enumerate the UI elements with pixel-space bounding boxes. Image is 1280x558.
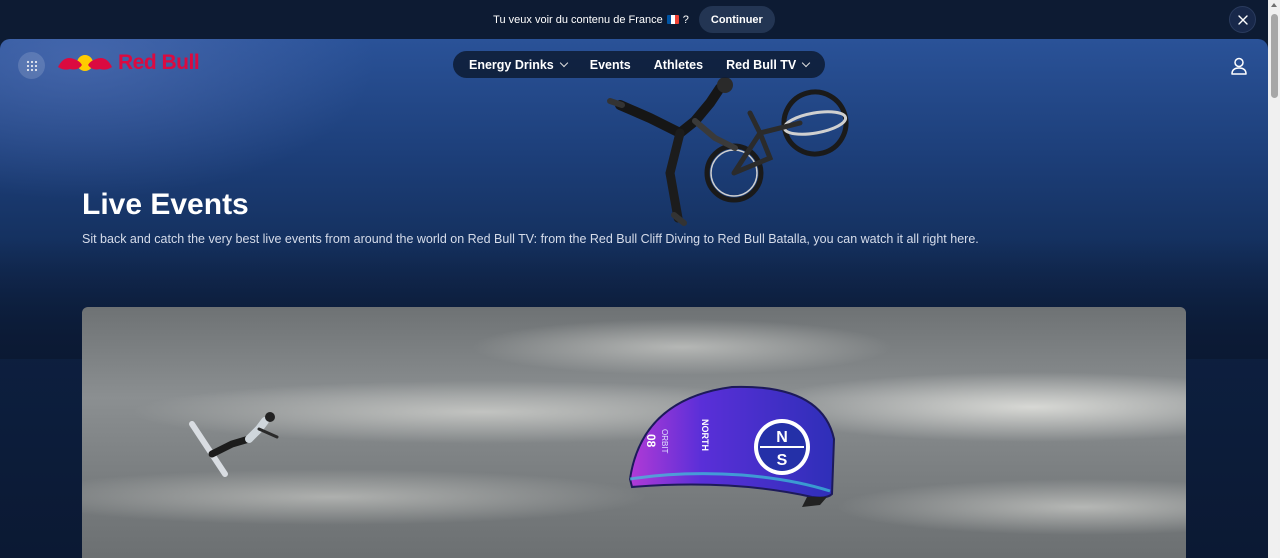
kite-image: N S NORTH ORBIT 08 — [628, 385, 836, 507]
kite-logo-s: S — [777, 452, 788, 469]
scrollbar[interactable] — [1268, 0, 1280, 558]
scroll-up-arrow-icon[interactable] — [1271, 3, 1277, 7]
page-subtitle: Sit back and catch the very best live ev… — [82, 232, 979, 246]
nav-events-label: Events — [589, 57, 631, 72]
logo-text: Red Bull — [118, 51, 200, 74]
account-button[interactable] — [1229, 56, 1249, 76]
scrollbar-thumb[interactable] — [1271, 14, 1278, 98]
kite-size-text: 08 — [644, 434, 658, 448]
continue-button[interactable]: Continuer — [698, 6, 775, 33]
page-content: Red Bull Energy Drinks Events Athletes R… — [0, 39, 1268, 558]
nav-energy-drinks[interactable]: Energy Drinks — [469, 57, 569, 72]
kite-model-text: ORBIT — [660, 429, 669, 454]
nav-athletes[interactable]: Athletes — [654, 58, 703, 72]
nav-events[interactable]: Events — [590, 58, 631, 72]
chevron-down-icon — [802, 58, 811, 67]
nav-athletes-label: Athletes — [653, 57, 704, 72]
grid-icon — [26, 60, 37, 71]
chevron-down-icon — [559, 58, 569, 67]
nav-red-bull-tv[interactable]: Red Bull TV — [726, 57, 811, 72]
country-prompt: Tu veux voir du contenu de France ? — [493, 14, 689, 26]
nav-red-bull-tv-label: Red Bull TV — [726, 57, 797, 72]
country-prompt-text: Tu veux voir du contenu de France — [493, 13, 663, 26]
kite-logo-n: N — [776, 429, 788, 446]
country-banner: Tu veux voir du contenu de France ? Cont… — [0, 0, 1268, 39]
apps-menu-button[interactable] — [18, 52, 45, 79]
user-icon — [1231, 57, 1247, 75]
bulls-logo-icon — [58, 55, 112, 71]
country-prompt-question-mark: ? — [682, 13, 689, 26]
close-icon — [1237, 14, 1248, 25]
red-bull-logo[interactable]: Red Bull — [56, 51, 200, 75]
biker-image — [607, 77, 849, 226]
nav-energy-drinks-label: Energy Drinks — [469, 57, 554, 72]
kite-brand-text: NORTH — [700, 419, 710, 451]
banner-close-button[interactable] — [1229, 6, 1256, 33]
flag-france-icon — [666, 15, 679, 24]
kitesurfer-image — [189, 412, 279, 477]
main-nav: Energy Drinks Events Athletes Red Bull T… — [453, 51, 826, 78]
featured-event-card[interactable]: N S NORTH ORBIT 08 — [82, 307, 1186, 558]
page-title: Live Events — [82, 188, 249, 221]
